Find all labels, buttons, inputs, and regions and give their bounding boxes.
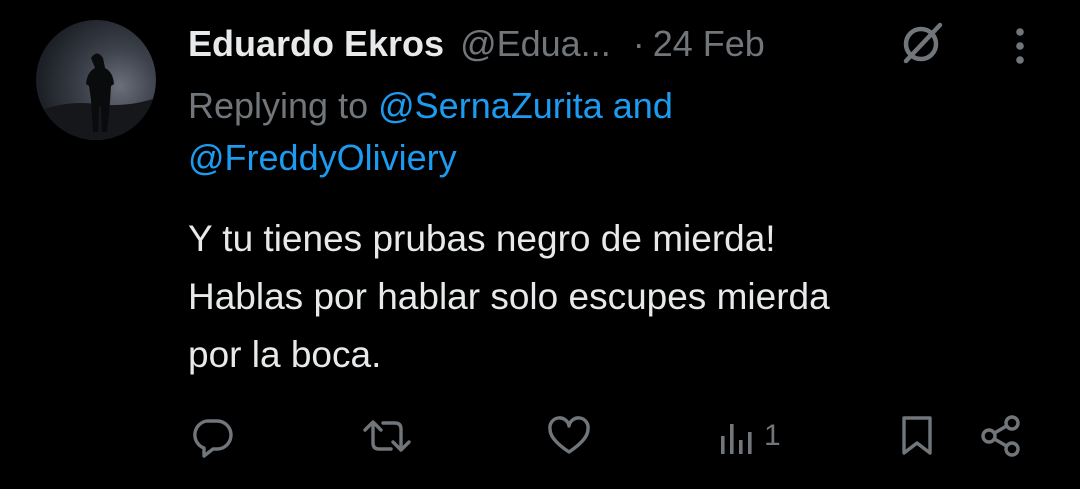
share-icon: [978, 413, 1024, 459]
tweet-header: Eduardo Ekros @Edua... · 24 Feb: [188, 22, 765, 66]
mention-link[interactable]: @SernaZurita: [378, 85, 603, 126]
share-button[interactable]: [978, 408, 1024, 464]
reply-icon: [190, 414, 234, 458]
retweet-icon: [360, 414, 414, 458]
tweet-text: Y tu tienes prubas negro de mierda! Habl…: [188, 218, 830, 375]
bookmark-button[interactable]: [898, 408, 936, 464]
views-button[interactable]: 1: [718, 408, 781, 464]
more-options-icon[interactable]: [1006, 26, 1034, 66]
like-icon: [546, 414, 592, 458]
replying-to: Replying to @SernaZurita and @FreddyOliv…: [188, 80, 1048, 184]
tweet-date[interactable]: 24 Feb: [653, 23, 765, 65]
mention-joiner[interactable]: and: [613, 85, 673, 126]
views-icon: [718, 414, 758, 458]
retweet-button[interactable]: [360, 408, 414, 464]
replying-to-label: Replying to: [188, 85, 369, 126]
mention-link[interactable]: @FreddyOliviery: [188, 137, 457, 178]
dot-separator: ·: [632, 23, 645, 64]
avatar[interactable]: [36, 20, 156, 140]
reply-button[interactable]: [190, 408, 234, 464]
views-count: 1: [764, 419, 781, 452]
bookmark-icon: [898, 413, 936, 459]
author-handle[interactable]: @Edua...: [460, 23, 611, 65]
author-display-name[interactable]: Eduardo Ekros: [188, 23, 444, 65]
action-bar: 1: [0, 408, 1080, 464]
like-button[interactable]: [546, 408, 592, 464]
grok-icon[interactable]: [896, 16, 948, 68]
